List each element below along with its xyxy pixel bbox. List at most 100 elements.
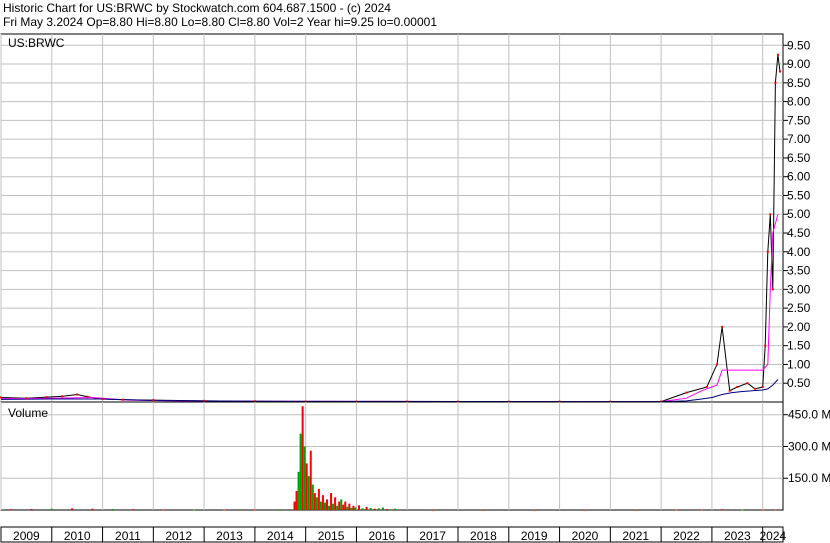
price-marker: [121, 398, 124, 401]
price-tick-label-4.50: 4.50: [787, 226, 811, 240]
volume-bar: [315, 497, 318, 510]
volume-bar: [317, 488, 320, 510]
price-tick-label-9.00: 9.00: [787, 57, 811, 71]
year-label-2024: 2024: [759, 529, 786, 543]
price-marker: [728, 389, 731, 392]
price-tick-label-1.00: 1.00: [787, 357, 811, 371]
volume-bar: [361, 508, 364, 510]
volume-bar: [111, 508, 114, 510]
volume-bar: [369, 507, 372, 510]
year-label-2016: 2016: [368, 529, 395, 543]
volume-bar: [350, 507, 353, 510]
year-label-2011: 2011: [115, 529, 141, 543]
price-tick-label-4.00: 4.00: [787, 245, 811, 259]
volume-bar: [394, 508, 397, 510]
volume-bar: [321, 495, 324, 510]
price-marker: [771, 288, 774, 291]
volume-panel: 150.0 M 300.0 M 450.0 M Volume: [0, 401, 830, 511]
price-marker: [0, 396, 2, 399]
volume-bar: [342, 504, 345, 510]
volume-bar: [533, 509, 536, 511]
volume-bar: [50, 508, 53, 510]
volume-bar: [385, 508, 388, 510]
price-marker: [766, 250, 769, 253]
volume-bar: [301, 406, 304, 510]
volume-bar: [634, 509, 637, 511]
price-tick-label-9.50: 9.50: [787, 38, 811, 52]
volume-bar: [319, 501, 322, 510]
volume-bar: [373, 508, 376, 510]
volume-bar: [431, 509, 434, 511]
price-marker: [25, 397, 28, 400]
volume-bar: [700, 509, 703, 511]
volume-bar: [326, 499, 329, 510]
volume-bar: [132, 509, 135, 511]
volume-tick-label-450.0 M: 450.0 M: [788, 408, 830, 422]
price-tick-label-8.00: 8.00: [787, 95, 811, 109]
volume-bar: [365, 506, 368, 510]
price-tick-label-2.00: 2.00: [787, 320, 811, 334]
volume-bar: [192, 509, 195, 511]
year-label-2009: 2009: [13, 529, 40, 543]
price-marker: [746, 382, 749, 385]
volume-bar: [295, 490, 298, 510]
volume-bar: [279, 509, 282, 511]
price-marker: [685, 391, 688, 394]
year-label-2020: 2020: [572, 529, 599, 543]
price-marker: [764, 344, 767, 347]
volume-bar: [377, 508, 380, 510]
price-marker: [45, 396, 48, 399]
volume-panel-frame: [0, 401, 784, 511]
year-label-2022: 2022: [673, 529, 700, 543]
volume-bar: [323, 502, 326, 510]
price-panel: 0.50 1.00 1.50 2.00 2.50 3.00 3.50 4.00 4.50 5.00…: [0, 33, 811, 403]
volume-bar: [293, 501, 296, 510]
price-tick-label-0.50: 0.50: [787, 376, 811, 390]
volume-bar: [583, 509, 586, 511]
volume-bar: [299, 433, 302, 510]
volume-bar: [352, 505, 355, 510]
price-marker: [754, 387, 757, 390]
price-marker: [769, 213, 772, 216]
volume-bar: [336, 505, 339, 510]
volume-bar: [10, 509, 13, 511]
volume-bar: [332, 503, 335, 510]
price-tick-label-3.50: 3.50: [787, 264, 811, 278]
volume-bar: [675, 509, 678, 511]
price-marker: [778, 70, 781, 73]
volume-bar: [761, 509, 764, 511]
volume-bar: [482, 509, 485, 511]
volume-bar: [30, 508, 33, 510]
volume-tick-label-150.0 M: 150.0 M: [788, 471, 830, 485]
volume-bar: [354, 507, 357, 510]
volume-bar: [330, 493, 333, 510]
year-label-2012: 2012: [165, 529, 192, 543]
price-marker: [776, 53, 779, 56]
price-panel-frame: [0, 33, 784, 403]
price-tick-label-5.00: 5.00: [787, 207, 811, 221]
price-tick-label-5.50: 5.50: [787, 188, 811, 202]
price-marker: [60, 395, 63, 398]
volume-bar: [71, 508, 74, 510]
volume-bar: [328, 505, 331, 510]
stock-chart: 0.50 1.00 1.50 2.00 2.50 3.00 3.50 4.00 4.50 5.00…: [0, 33, 830, 543]
volume-bar: [346, 506, 349, 510]
year-axis: 2009 2010 2011 2012 2013 2014 2015 2016 2017 2018…: [0, 526, 787, 543]
volume-bar: [309, 450, 312, 510]
volume-bar: [774, 509, 777, 511]
price-marker: [76, 393, 79, 396]
volume-bar: [338, 501, 341, 510]
year-label-2017: 2017: [419, 529, 446, 543]
price-tick-label-8.50: 8.50: [787, 76, 811, 90]
volume-bar: [91, 508, 94, 510]
price-marker: [761, 385, 764, 388]
volume-bar: [305, 463, 308, 510]
volume-bar: [334, 497, 337, 510]
year-label-2013: 2013: [216, 529, 243, 543]
volume-bar: [297, 471, 300, 510]
year-label-2019: 2019: [521, 529, 548, 543]
volume-bar: [223, 509, 226, 511]
volume-bar: [741, 509, 744, 511]
volume-bar: [340, 499, 343, 510]
volume-panel-title: Volume: [8, 406, 48, 420]
